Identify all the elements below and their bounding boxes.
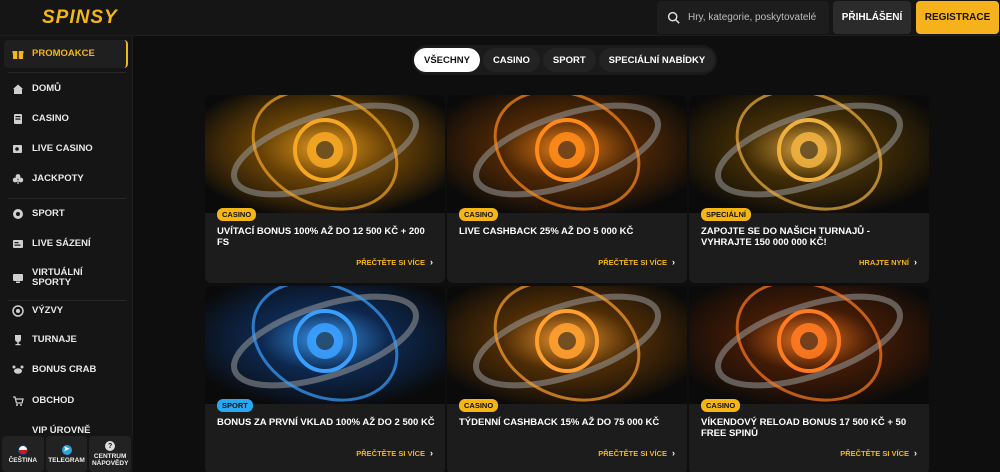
promo-title: ZAPOJTE SE DO NAŠICH TURNAJŮ - VYHRAJTE … — [701, 226, 870, 248]
read-more-link[interactable]: PŘEČTĚTE SI VÍCE › — [598, 448, 675, 458]
promo-artwork — [205, 286, 445, 404]
sidebar-item-label: JACKPOTY — [32, 173, 84, 184]
jackpot-icon — [12, 173, 24, 185]
sidebar-item-obchod[interactable]: OBCHOD — [4, 387, 128, 415]
read-more-link[interactable]: PŘEČTĚTE SI VÍCE › — [356, 257, 433, 267]
crab-icon — [12, 364, 24, 376]
help-icon: ? — [105, 441, 116, 451]
promo-title: LIVE CASHBACK 25% AŽ DO 5 000 KČ — [459, 226, 634, 237]
sidebar-item-casino[interactable]: CASINO — [4, 105, 128, 133]
chevron-right-icon: › — [914, 257, 917, 267]
chevron-right-icon: › — [672, 448, 675, 458]
telegram-icon: ➤ — [61, 444, 72, 455]
brand-logo[interactable]: SPINSY — [42, 7, 118, 29]
sidebar-item-label: SPORT — [32, 208, 65, 219]
promo-artwork — [447, 286, 687, 404]
category-badge: SPECIÁLNÍ — [701, 208, 752, 221]
promo-title: UVÍTACÍ BONUS 100% AŽ DO 12 500 KČ + 200… — [217, 226, 425, 248]
promo-title: VÍKENDOVÝ RELOAD BONUS 17 500 KČ + 50 FR… — [701, 417, 907, 439]
sidebar-item-vip[interactable]: VIP ÚROVNĚ — [4, 420, 128, 436]
promo-artwork — [689, 286, 929, 404]
sidebar-item-virtualni-sporty[interactable]: VIRTUÁLNÍ SPORTY — [4, 262, 128, 294]
divider — [8, 198, 126, 199]
sidebar: PROMOAKCE DOMŮ CASINO LIVE CASINO JACKPO… — [0, 36, 133, 472]
sidebar-item-label: PROMOAKCE — [32, 48, 95, 59]
read-more-link[interactable]: HRAJTE NYNÍ › — [859, 257, 917, 267]
casino-icon — [12, 113, 24, 125]
sidebar-item-label: OBCHOD — [32, 395, 75, 406]
czech-flag-icon — [17, 444, 28, 455]
chevron-right-icon: › — [430, 448, 433, 458]
sidebar-item-label: DOMŮ — [32, 83, 62, 94]
promo-artwork — [689, 95, 929, 213]
search-input[interactable] — [688, 12, 828, 23]
sidebar-item-domu[interactable]: DOMŮ — [4, 75, 128, 103]
promo-card[interactable]: SPECIÁLNÍ ZAPOJTE SE DO NAŠICH TURNAJŮ -… — [689, 95, 929, 283]
trophy-icon — [12, 334, 24, 346]
telegram-label: TELEGRAM — [48, 456, 85, 464]
language-button[interactable]: ČEŠTINA — [2, 436, 44, 472]
sidebar-item-live-casino[interactable]: LIVE CASINO — [4, 135, 128, 163]
register-button[interactable]: REGISTRACE — [916, 1, 999, 34]
tab-specialni-nabidky[interactable]: SPECIÁLNÍ NABÍDKY — [598, 48, 716, 72]
sidebar-item-live-sazeni[interactable]: LIVE SÁZENÍ — [4, 230, 128, 258]
promo-artwork — [205, 95, 445, 213]
promo-filter-tabs: VŠECHNY CASINO SPORT SPECIÁLNÍ NABÍDKY — [412, 45, 718, 75]
chevron-right-icon: › — [914, 448, 917, 458]
sidebar-item-label: BONUS CRAB — [32, 364, 97, 375]
virtual-sports-icon — [12, 272, 24, 284]
category-badge: SPORT — [217, 399, 253, 412]
sidebar-item-label: VIRTUÁLNÍ SPORTY — [32, 267, 83, 288]
shop-icon — [12, 395, 24, 407]
promo-artwork — [447, 95, 687, 213]
help-label: CENTRUM NÁPOVĚDY — [91, 453, 129, 467]
category-badge: CASINO — [701, 399, 741, 412]
sidebar-bottom-bar: ČEŠTINA ➤ TELEGRAM ? CENTRUM NÁPOVĚDY — [0, 436, 133, 472]
search-icon — [667, 11, 680, 24]
sidebar-item-label: VÝZVY — [32, 305, 64, 316]
sidebar-item-label: CASINO — [32, 113, 69, 124]
sidebar-item-label: LIVE CASINO — [32, 143, 93, 154]
gift-icon — [12, 48, 24, 60]
category-badge: CASINO — [217, 208, 257, 221]
help-center-button[interactable]: ? CENTRUM NÁPOVĚDY — [89, 436, 132, 472]
top-header: SPINSY PŘIHLÁŠENÍ REGISTRACE — [0, 0, 1000, 36]
search-box[interactable] — [657, 1, 829, 34]
promo-title: TÝDENNÍ CASHBACK 15% AŽ DO 75 000 KČ — [459, 417, 660, 428]
sidebar-item-jackpoty[interactable]: JACKPOTY — [4, 165, 128, 193]
sidebar-item-label: VIP ÚROVNĚ — [32, 425, 91, 436]
read-more-link[interactable]: PŘEČTĚTE SI VÍCE › — [356, 448, 433, 458]
tab-casino[interactable]: CASINO — [482, 48, 540, 72]
tab-vsechny[interactable]: VŠECHNY — [414, 48, 480, 72]
promo-card[interactable]: CASINO VÍKENDOVÝ RELOAD BONUS 17 500 KČ … — [689, 286, 929, 472]
category-badge: CASINO — [459, 399, 499, 412]
category-badge: CASINO — [459, 208, 499, 221]
sidebar-item-sport[interactable]: SPORT — [4, 200, 128, 228]
promo-card[interactable]: SPORT BONUS ZA PRVNÍ VKLAD 100% AŽ DO 2 … — [205, 286, 445, 472]
promo-title: BONUS ZA PRVNÍ VKLAD 100% AŽ DO 2 500 KČ — [217, 417, 435, 428]
sidebar-item-label: TURNAJE — [32, 334, 77, 345]
home-icon — [12, 83, 24, 95]
promo-card[interactable]: CASINO LIVE CASHBACK 25% AŽ DO 5 000 KČ … — [447, 95, 687, 283]
challenges-icon — [12, 305, 24, 317]
divider — [8, 72, 126, 73]
tab-sport[interactable]: SPORT — [542, 48, 596, 72]
promo-card[interactable]: CASINO TÝDENNÍ CASHBACK 15% AŽ DO 75 000… — [447, 286, 687, 472]
chevron-right-icon: › — [430, 257, 433, 267]
sidebar-item-promoakce[interactable]: PROMOAKCE — [4, 40, 128, 68]
sidebar-item-turnaje[interactable]: TURNAJE — [4, 326, 128, 354]
sidebar-item-label: LIVE SÁZENÍ — [32, 238, 91, 249]
chevron-right-icon: › — [672, 257, 675, 267]
sidebar-item-bonus-crab[interactable]: BONUS CRAB — [4, 356, 128, 384]
sport-icon — [12, 208, 24, 220]
live-casino-icon — [12, 143, 24, 155]
read-more-link[interactable]: PŘEČTĚTE SI VÍCE › — [598, 257, 675, 267]
promo-card[interactable]: CASINO UVÍTACÍ BONUS 100% AŽ DO 12 500 K… — [205, 95, 445, 283]
sidebar-item-vyzvy[interactable]: VÝZVY — [4, 297, 128, 325]
login-button[interactable]: PŘIHLÁŠENÍ — [833, 1, 911, 34]
language-label: ČEŠTINA — [8, 456, 38, 464]
read-more-link[interactable]: PŘEČTĚTE SI VÍCE › — [840, 448, 917, 458]
telegram-button[interactable]: ➤ TELEGRAM — [45, 436, 88, 472]
live-betting-icon — [12, 238, 24, 250]
